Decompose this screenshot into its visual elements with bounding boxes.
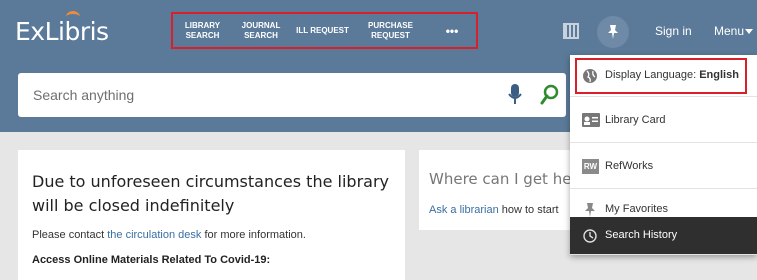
menu-item-search-history[interactable]: Search History xyxy=(570,217,757,255)
nav-library-search[interactable]: LIBRARY SEARCH xyxy=(175,14,230,47)
refworks-label: RefWorks xyxy=(605,160,654,172)
my-favorites-label: My Favorites xyxy=(605,203,668,215)
search-placeholder: Search anything xyxy=(33,87,135,103)
menu-button[interactable]: Menu xyxy=(714,24,744,38)
help-text: Ask a librarian how to start xyxy=(429,204,559,216)
announcement-contact: Please contact the circulation desk for … xyxy=(32,229,306,241)
menu-item-refworks[interactable]: RW RefWorks xyxy=(570,143,757,189)
announcement-title: Due to unforeseen circumstances the libr… xyxy=(32,172,389,215)
id-card-icon xyxy=(582,113,600,127)
covid-heading: Access Online Materials Related To Covid… xyxy=(32,254,271,266)
display-language-label: Display Language: English xyxy=(605,69,739,81)
search-history-label: Search History xyxy=(605,229,678,241)
search-input[interactable]: Search anything xyxy=(18,73,566,117)
contact-prefix: Please contact xyxy=(32,229,108,241)
logo-text: ExLibris xyxy=(15,17,109,46)
ask-librarian-link[interactable]: Ask a librarian xyxy=(429,204,499,216)
display-language-value: English xyxy=(699,69,739,81)
library-card-label: Library Card xyxy=(605,114,666,126)
logo-arc xyxy=(66,11,80,23)
search-icon[interactable] xyxy=(540,84,560,106)
qr-code-icon[interactable] xyxy=(563,23,579,39)
microphone-icon[interactable] xyxy=(508,84,522,106)
menu-item-library-card[interactable]: Library Card xyxy=(570,97,757,143)
nav-ill-request[interactable]: ILL REQUEST xyxy=(290,14,355,47)
main-nav: LIBRARY SEARCH JOURNAL SEARCH ILL REQUES… xyxy=(171,12,478,49)
help-card: Where can I get help Ask a librarian how… xyxy=(419,150,585,230)
history-icon xyxy=(583,229,597,243)
nav-journal-search[interactable]: JOURNAL SEARCH xyxy=(232,14,290,47)
display-language-prefix: Display Language: xyxy=(605,69,700,81)
nav-purchase-request[interactable]: PURCHASE REQUEST xyxy=(358,14,423,47)
help-suffix: how to start xyxy=(498,204,559,216)
more-nav-icon[interactable]: ••• xyxy=(432,14,472,47)
pin-icon xyxy=(585,203,595,217)
menu-item-display-language[interactable]: Display Language: English xyxy=(570,55,757,97)
refworks-icon: RW xyxy=(582,159,599,174)
favorites-button[interactable] xyxy=(597,16,629,48)
announcement-card: Due to unforeseen circumstances the libr… xyxy=(18,150,405,280)
help-title: Where can I get help xyxy=(429,170,586,188)
pin-icon xyxy=(608,25,618,39)
user-menu-dropdown: Display Language: English Library Card R… xyxy=(570,55,757,255)
globe-icon xyxy=(583,69,597,83)
circulation-desk-link[interactable]: the circulation desk xyxy=(107,229,201,241)
top-bar: ExLibris LIBRARY SEARCH JOURNAL SEARCH I… xyxy=(0,0,757,62)
chevron-down-icon[interactable] xyxy=(745,29,753,34)
exlibris-logo[interactable]: ExLibris xyxy=(15,11,109,46)
sign-in-link[interactable]: Sign in xyxy=(655,24,692,38)
contact-suffix: for more information. xyxy=(201,229,306,241)
